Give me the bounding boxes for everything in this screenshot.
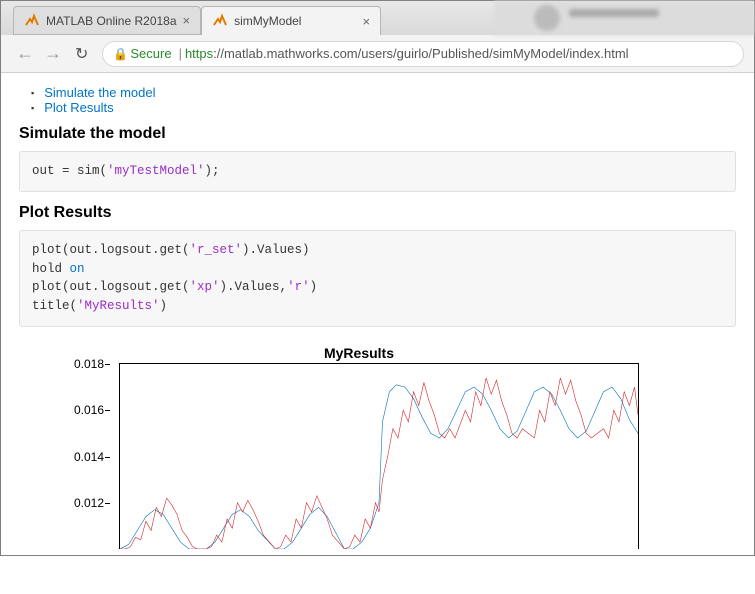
matlab-icon: [212, 13, 228, 29]
profile-blur: [494, 1, 754, 35]
code-block-sim: out = sim('myTestModel');: [19, 151, 736, 192]
section-heading-simulate: Simulate the model: [19, 125, 736, 143]
url-scheme: https: [185, 46, 213, 61]
close-icon[interactable]: ×: [183, 13, 191, 28]
reload-button[interactable]: ↻: [67, 44, 96, 64]
chart-plot-area: [120, 364, 638, 549]
ytick-label: 0.014: [74, 450, 104, 464]
page-content: Simulate the model Plot Results Simulate…: [1, 73, 754, 555]
tab-simmymodel[interactable]: simMyModel ×: [201, 6, 381, 35]
ytick-label: 0.012: [74, 496, 104, 510]
forward-button[interactable]: →: [39, 43, 67, 64]
chart-series-xp: [120, 378, 638, 549]
close-icon[interactable]: ×: [363, 14, 371, 29]
tab-bar: MATLAB Online R2018a × simMyModel ×: [1, 1, 754, 35]
tab-title: simMyModel: [234, 14, 356, 28]
code-block-plot: plot(out.logsout.get('r_set').Values) ho…: [19, 230, 736, 327]
url-path: ://matlab.mathworks.com/users/guirlo/Pub…: [213, 46, 628, 61]
back-button[interactable]: ←: [11, 43, 39, 64]
section-heading-plot: Plot Results: [19, 204, 736, 222]
tab-title: MATLAB Online R2018a: [46, 14, 177, 28]
chart: MyResults 0.0120.0140.0160.018: [79, 345, 639, 549]
toc-link-plot[interactable]: Plot Results: [44, 100, 113, 115]
matlab-icon: [24, 13, 40, 29]
tab-matlab-online[interactable]: MATLAB Online R2018a ×: [13, 6, 201, 35]
secure-label: Secure: [130, 46, 171, 61]
ytick-label: 0.018: [74, 357, 104, 371]
chart-axes: 0.0120.0140.0160.018: [119, 363, 639, 549]
table-of-contents: Simulate the model Plot Results: [31, 85, 736, 115]
chart-title: MyResults: [79, 345, 639, 361]
toc-link-simulate[interactable]: Simulate the model: [44, 85, 155, 100]
url-input[interactable]: 🔒 Secure | https://matlab.mathworks.com/…: [102, 41, 744, 67]
chart-series-r_set: [120, 385, 638, 549]
lock-icon: 🔒: [113, 47, 128, 61]
address-bar: ← → ↻ 🔒 Secure | https://matlab.mathwork…: [1, 35, 754, 73]
ytick-label: 0.016: [74, 403, 104, 417]
